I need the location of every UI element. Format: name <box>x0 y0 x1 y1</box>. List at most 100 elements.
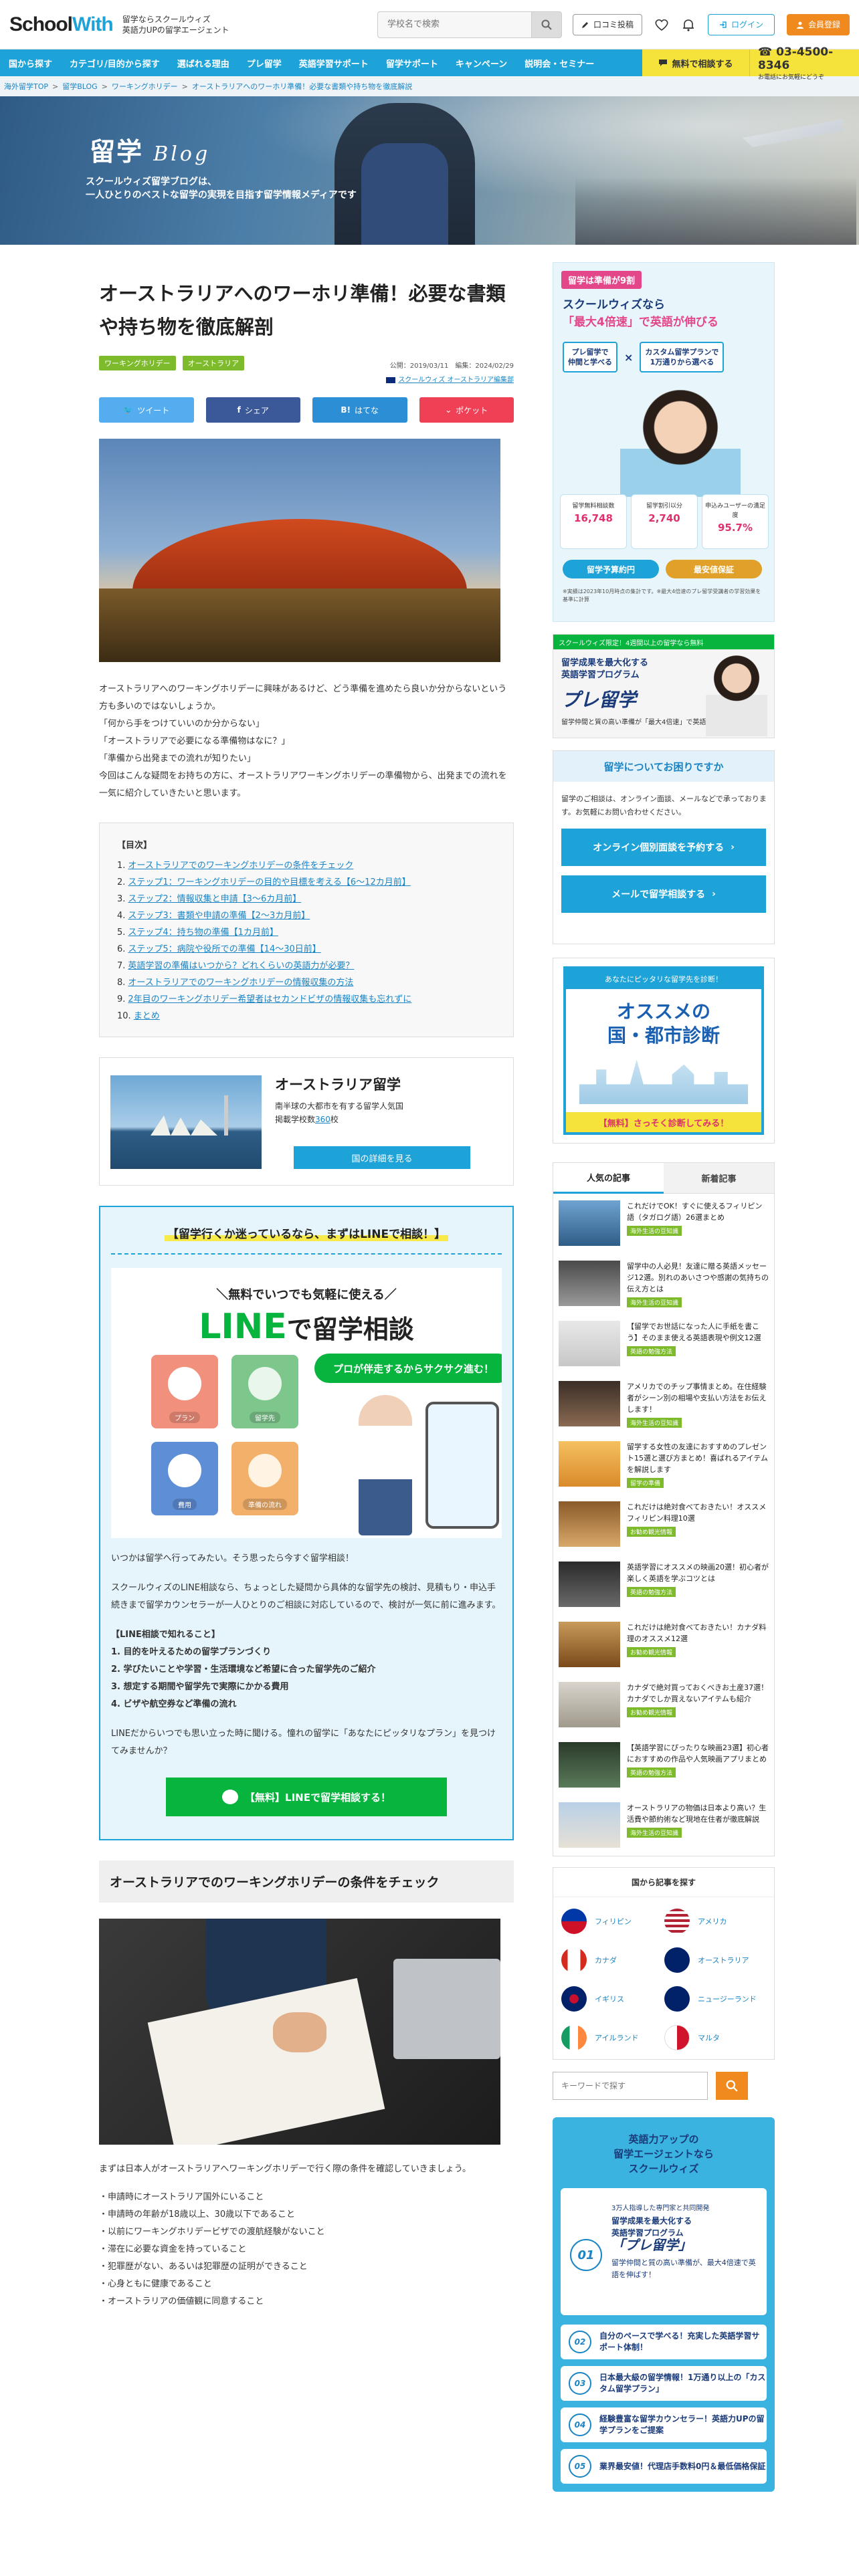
toc-item[interactable]: 9. 2年目のワーキングホリデー希望者はセカンドビザの情報収集も忘れずに <box>117 991 496 1008</box>
share-facebook-label: シェア <box>244 405 269 415</box>
breadcrumb-item[interactable]: 留学BLOG <box>62 81 97 92</box>
new-zealand-flag-icon <box>664 1986 690 2012</box>
country-link-usa[interactable]: アメリカ <box>664 1905 767 1937</box>
list-item[interactable]: アメリカでのチップ事情まとめ。在住経験者がシーン別の相場や支払い方法をお伝えしま… <box>553 1374 774 1434</box>
malta-flag-icon <box>664 2025 690 2050</box>
plan-icon: プラン <box>151 1355 218 1428</box>
country-link-uk[interactable]: イギリス <box>561 1983 664 2015</box>
login-button[interactable]: ログイン <box>707 13 775 35</box>
nav-item-category[interactable]: カテゴリ/目的から探す <box>61 57 169 70</box>
list-item[interactable]: 留学する女性の友達におすすめのプレゼント15選と選び方まとめ！喜ばれるアイテムを… <box>553 1434 774 1495</box>
condition-item: ・滞在に必要な資金を持っていること <box>99 2244 247 2254</box>
toc-item[interactable]: 2. ステップ1：ワーキングホリデーの目的や目標を考える【6〜12カ月前】 <box>117 874 496 891</box>
woman-illustration <box>359 1395 412 1535</box>
share-twitter-button[interactable]: 🐦 ツイート <box>99 397 194 423</box>
tab-new[interactable]: 新着記事 <box>664 1163 774 1194</box>
list-item[interactable]: これだけは絶対食べておきたい！オススメフィリピン料理10選 お勧め観光情報 <box>553 1495 774 1555</box>
site-logo[interactable]: SchoolWith 留学ならスクールウィズ 英語力UPの留学エージェント <box>9 13 229 36</box>
toc-item[interactable]: 8. オーストラリアでのワーキングホリデーの情報収集の方法 <box>117 974 496 991</box>
list-item[interactable]: 英語学習にオススメの映画20選！初心者が楽しく英語を学ぶコツとは 英語の勉強方法 <box>553 1555 774 1615</box>
feature-row: 03 日本最大級の留学情報！1万通り以上の「カスタム留学プラン」 <box>561 2366 767 2401</box>
nav-item-seminar[interactable]: 説明会・セミナー <box>516 57 603 70</box>
nav-item-study-support[interactable]: 留学サポート <box>377 57 447 70</box>
breadcrumb-item[interactable]: ワーキングホリデー <box>112 81 178 92</box>
tag-australia[interactable]: オーストラリア <box>182 356 245 370</box>
author-link[interactable]: スクールウィズ オーストラリア編集部 <box>398 377 514 384</box>
school-search-input[interactable] <box>377 11 531 38</box>
writing-image <box>99 1919 500 2145</box>
feature-row: 05 業界最安値！代理店手数料0円＆最低価格保証 <box>561 2449 767 2484</box>
list-item[interactable]: 【英語学習にぴったりな映画23選】初心者におすすめの作品や人気映画アプリまとめ英… <box>553 1735 774 1796</box>
toc-item[interactable]: 5. ステップ4：持ち物の準備【1カ月前】 <box>117 924 496 941</box>
banner-model-image <box>620 390 741 497</box>
toc-item[interactable]: 4. ステップ3：書類や申請の準備【2〜3カ月前】 <box>117 907 496 924</box>
country-link-malta[interactable]: マルタ <box>664 2022 767 2054</box>
ireland-flag-icon <box>561 2025 587 2050</box>
online-meeting-button[interactable]: オンライン個別面談を予約する › <box>561 829 766 866</box>
list-item[interactable]: オーストラリアの物価は日本より高い？生活費や節約術など現地在住者が徹底解説 海外生… <box>553 1796 774 1856</box>
share-facebook-button[interactable]: f シェア <box>205 397 300 423</box>
line-consult-banner[interactable]: ＼無料でいつでも気軽に使える／ LINEで留学相談 プロが伴走するからサクサク進… <box>111 1268 502 1538</box>
breadcrumb-item[interactable]: 海外留学TOP <box>4 81 48 92</box>
pre-study-banner[interactable]: スクールウィズ限定！4週間以上の留学なら無料 留学成果を最大化する 英語学習プログ… <box>553 634 775 738</box>
published-date: 公開：2019/03/11 <box>389 362 449 370</box>
list-item[interactable]: これだけでOK！すぐに使えるフィリピン語（タガログ語）26選まとめ 海外生活の豆知… <box>553 1194 774 1254</box>
tab-popular[interactable]: 人気の記事 <box>553 1163 664 1194</box>
condition-item: ・申請時にオーストラリア国外にいること <box>99 2192 264 2202</box>
nav-item-pre-study[interactable]: プレ留学 <box>238 57 290 70</box>
banner-bubble: プロが伴走するからサクサク進む！ <box>314 1354 502 1383</box>
keyword-search-input[interactable] <box>553 2072 708 2100</box>
toc-item[interactable]: 1. オーストラリアでのワーキングホリデーの条件をチェック <box>117 857 496 874</box>
review-post-button[interactable]: 口コミ投稿 <box>572 13 642 35</box>
dashed-divider <box>111 1253 502 1255</box>
twitter-icon: 🐦 <box>123 405 134 415</box>
share-pocket-button[interactable]: ⌄ ポケット <box>419 397 514 423</box>
toc-item[interactable]: 3. ステップ2：情報収集と申請【3〜6カ月前】 <box>117 891 496 907</box>
nav-item-english-support[interactable]: 英語学習サポート <box>290 57 377 70</box>
logo-tagline: 留学ならスクールウィズ 英語力UPの留学エージェント <box>122 14 229 35</box>
notification-button[interactable] <box>681 17 696 32</box>
banner-budget-button[interactable]: 留学予算約円 <box>563 560 659 578</box>
tag-working-holiday[interactable]: ワーキングホリデー <box>99 356 176 370</box>
condition-item: ・心身ともに健康であること <box>99 2279 212 2289</box>
nav-item-country[interactable]: 国から探す <box>0 57 61 70</box>
toc-item[interactable]: 7. 英語学習の準備はいつから？どれくらいの英語力が必要？ <box>117 958 496 974</box>
nav-item-reasons[interactable]: 選ばれる理由 <box>169 57 238 70</box>
favorite-button[interactable] <box>654 17 669 32</box>
line-consult-button[interactable]: 【無料】LINEで留学相談する！ <box>166 1778 447 1816</box>
pocket-icon: ⌄ <box>445 405 452 415</box>
toc-item[interactable]: 10. まとめ <box>117 1008 496 1025</box>
banner-price-button[interactable]: 最安値保証 <box>666 560 762 578</box>
breadcrumb-separator: > <box>101 82 108 91</box>
country-link-philippines[interactable]: フィリピン <box>561 1905 664 1937</box>
country-link-australia[interactable]: オーストラリア <box>664 1944 767 1976</box>
list-item[interactable]: 留学中の人必見！友達に贈る英語メッセージ12選。別れのあいさつや感謝の気持ちの伝… <box>553 1254 774 1314</box>
country-detail-button[interactable]: 国の詳細を見る <box>294 1146 470 1169</box>
schoolwith-banner[interactable]: 留学は準備が9割 スクールウィズなら 「最大4倍速」で英語が伸びる プレ留学で 仲間… <box>553 262 775 622</box>
breadcrumb-current[interactable]: オーストラリアへのワーホリ準備！必要な書類や持ち物を徹底解説 <box>192 81 412 92</box>
list-item[interactable]: これだけは絶対食べておきたい！カナダ料理のオススメ12選 お勧め観光情報 <box>553 1615 774 1675</box>
keyword-search-button[interactable] <box>716 2072 748 2100</box>
signup-button[interactable]: 会員登録 <box>786 13 850 35</box>
feature-number: 01 <box>570 2239 602 2271</box>
country-link-ireland[interactable]: アイルランド <box>561 2022 664 2054</box>
popular-articles: 人気の記事 新着記事 これだけでOK！すぐに使えるフィリピン語（タガログ語）26… <box>553 1162 775 1856</box>
diagnosis-banner[interactable]: あなたにピッタリな留学先を診断！ オススメの 国・都市診断 【無料】さっそく診断し… <box>553 958 775 1144</box>
toc-item[interactable]: 6. ステップ5：病院や役所での準備【14〜30日前】 <box>117 941 496 958</box>
line-heading: 【留学行くか迷っているなら、まずはLINEで相談！】 <box>111 1224 502 1241</box>
agent-features-banner[interactable]: 英語力アップの 留学エージェントなら スクールウィズ 01 3万人指導した専門家と共… <box>553 2117 775 2492</box>
article-title: オーストラリアへのワーホリ準備！必要な書類や持ち物を徹底解剖 <box>99 282 506 338</box>
country-link-canada[interactable]: カナダ <box>561 1944 664 1976</box>
flow-icon: 準備の流れ <box>231 1442 298 1515</box>
phone-cta[interactable]: ☎ 03-4500-8346 お電話にお気軽にどうぞ <box>749 45 859 81</box>
share-hatena-button[interactable]: B! はてな <box>312 397 407 423</box>
free-consult-button[interactable]: 無料で相談する <box>642 49 749 76</box>
search-button[interactable] <box>531 11 562 38</box>
country-link-new-zealand[interactable]: ニュージーランド <box>664 1983 767 2015</box>
nav-item-campaign[interactable]: キャンペーン <box>447 57 516 70</box>
logo-wordmark: SchoolWith <box>9 13 114 35</box>
list-item[interactable]: 【留学でお世話になった人に手紙を書こう】そのまま使える英語表現や例文12選 英語の… <box>553 1314 774 1374</box>
school-count-link[interactable]: 360 <box>315 1115 330 1124</box>
list-item[interactable]: カナダで絶対買っておくべきお土産37選！カナダでしか買えないアイテムも紹介 お勧め… <box>553 1675 774 1735</box>
email-consult-button[interactable]: メールで留学相談する › <box>561 875 766 913</box>
